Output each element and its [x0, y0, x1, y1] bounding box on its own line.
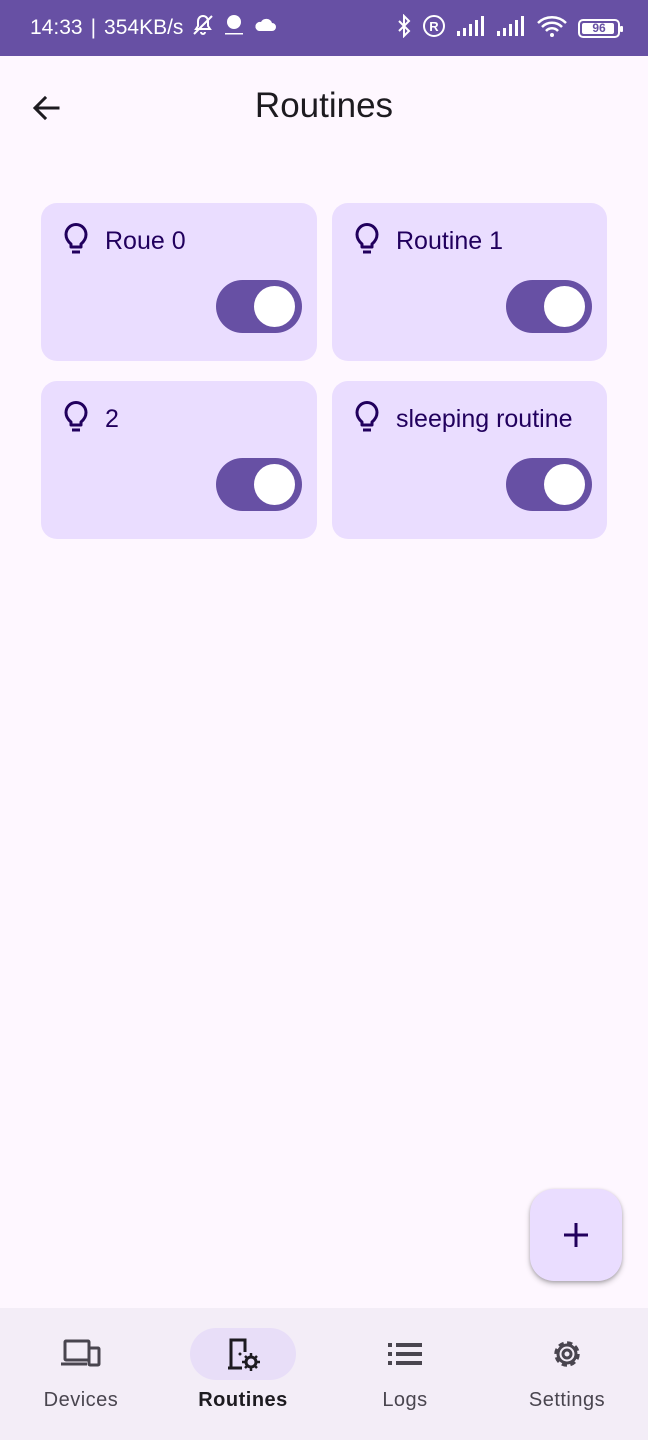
nav-label-settings: Settings: [528, 1389, 606, 1411]
routine-header: Roue 0: [61, 221, 186, 262]
routine-name: Routine 1: [396, 227, 504, 255]
toggle-knob: [544, 286, 585, 327]
routine-name: Roue 0: [105, 227, 186, 255]
page-title: Routines: [254, 86, 394, 125]
signal-icon: [456, 15, 486, 42]
registered-icon: R: [422, 14, 446, 43]
svg-text:R: R: [429, 19, 439, 34]
bottom-navigation: Devices Routines Logs Settings: [0, 1308, 648, 1440]
routine-header: 2: [61, 399, 119, 440]
routine-toggle[interactable]: [216, 280, 302, 333]
toggle-knob: [254, 286, 295, 327]
routine-toggle[interactable]: [216, 458, 302, 511]
routine-card[interactable]: Routine 1: [332, 203, 607, 361]
lightbulb-icon: [61, 399, 91, 440]
devices-icon: [61, 1339, 101, 1367]
status-separator: |: [90, 16, 97, 39]
nav-label-logs: Logs: [382, 1389, 428, 1411]
routine-toggle[interactable]: [506, 280, 592, 333]
toggle-knob: [254, 464, 295, 505]
add-routine-button[interactable]: [530, 1189, 622, 1281]
routine-card[interactable]: sleeping routine: [332, 381, 607, 539]
status-left: 14:33 | 354KB/s: [30, 13, 277, 43]
lightbulb-icon: [61, 221, 91, 262]
mute-bell-icon: [191, 13, 215, 43]
routine-grid: Roue 0 Routine 1 2 sleeping routine: [41, 203, 607, 539]
top-app-bar: Routines: [0, 56, 648, 160]
status-speed: 354KB/s: [104, 16, 184, 39]
routine-header: sleeping routine: [352, 399, 573, 440]
toggle-knob: [544, 464, 585, 505]
wifi-icon: [536, 14, 568, 43]
signal-icon: [496, 15, 526, 42]
list-icon: [388, 1343, 422, 1365]
routine-toggle[interactable]: [506, 458, 592, 511]
plus-icon: [564, 1223, 588, 1247]
status-time: 14:33: [30, 16, 83, 39]
nav-indicator: [28, 1328, 134, 1380]
nav-item-logs[interactable]: Logs: [324, 1308, 486, 1440]
cloud-icon: [253, 16, 277, 40]
battery-text: 96: [592, 21, 606, 35]
bluetooth-icon: [396, 13, 412, 43]
routine-name: sleeping routine: [396, 405, 573, 433]
status-right: R 96: [396, 13, 623, 43]
lightbulb-icon: [352, 399, 382, 440]
battery-icon: 96: [578, 18, 623, 38]
nav-item-devices[interactable]: Devices: [0, 1308, 162, 1440]
dot-icon: [223, 13, 245, 43]
nav-indicator: [352, 1328, 458, 1380]
nav-indicator: [514, 1328, 620, 1380]
nav-label-routines: Routines: [198, 1389, 288, 1411]
status-bar: 14:33 | 354KB/s R 96: [0, 0, 648, 56]
routine-header: Routine 1: [352, 221, 503, 262]
routine-name: 2: [105, 405, 119, 433]
gear-icon: [554, 1341, 580, 1367]
nav-indicator-active: [190, 1328, 296, 1380]
routine-card[interactable]: Roue 0: [41, 203, 317, 361]
nav-item-routines[interactable]: Routines: [162, 1308, 324, 1440]
nav-label-devices: Devices: [43, 1389, 119, 1411]
lightbulb-icon: [352, 221, 382, 262]
routine-card[interactable]: 2: [41, 381, 317, 539]
nav-item-settings[interactable]: Settings: [486, 1308, 648, 1440]
routine-settings-icon: [228, 1338, 260, 1371]
